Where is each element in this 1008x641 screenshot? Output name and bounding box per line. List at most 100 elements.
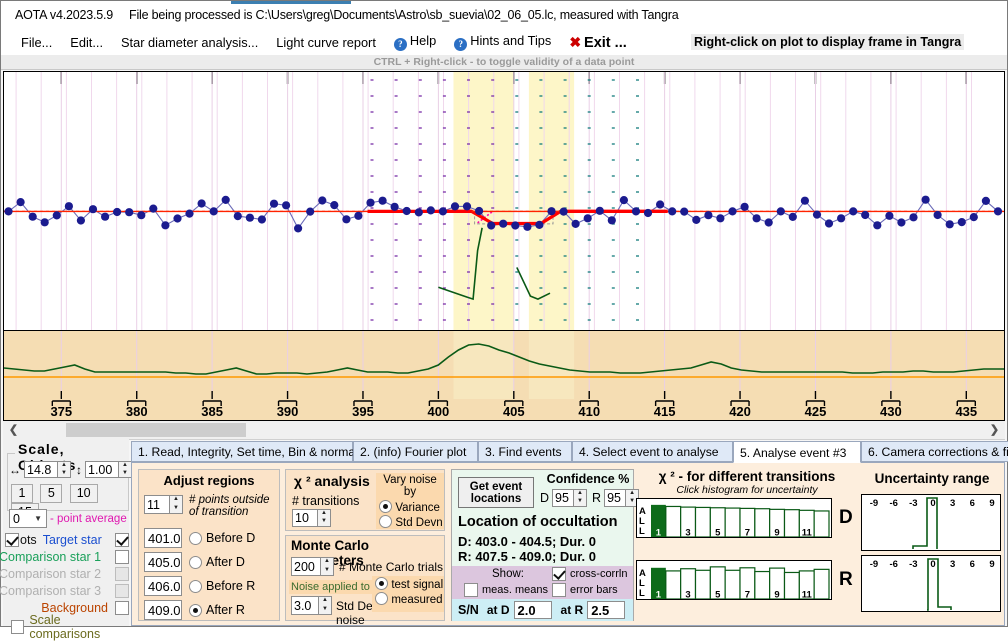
chi-histogram-r[interactable]: 1357911 ALL <box>636 560 832 600</box>
region-radio-before-r[interactable] <box>189 580 202 593</box>
error-bars-checkbox[interactable] <box>552 583 566 597</box>
region-row-after-r[interactable]: 409.0 After R <box>144 598 255 622</box>
tab-select-event[interactable]: 4. Select event to analyse <box>572 441 733 462</box>
noise-radio-test-signal[interactable] <box>375 577 388 590</box>
object-row-comparison-1[interactable]: Comparison star 1 <box>5 548 129 565</box>
h-scale-input[interactable] <box>24 461 58 478</box>
v-scale-spinner[interactable]: ▲▼ <box>85 461 132 478</box>
confidence-d-spinner[interactable]: ▲▼ <box>552 489 587 507</box>
scale-preset-1[interactable]: 1 <box>11 484 33 503</box>
transitions-input[interactable] <box>292 509 318 527</box>
spin-down-icon[interactable]: ▼ <box>58 470 70 478</box>
transitions-spinner[interactable]: ▲▼ <box>292 509 331 527</box>
spin-up-icon[interactable]: ▲ <box>318 510 330 518</box>
show-option-meas-means[interactable]: meas. means <box>464 583 548 597</box>
region-radio-before-d[interactable] <box>189 532 202 545</box>
menu-item-exit[interactable]: ✖Exit ... <box>569 34 626 51</box>
menu-item-hints-and-tips[interactable]: ?Hints and Tips <box>454 33 551 51</box>
chi-histogram-r-svg[interactable]: 1357911 <box>637 561 831 599</box>
spin-down-icon[interactable]: ▼ <box>318 518 330 526</box>
spin-down-icon[interactable]: ▼ <box>321 567 333 576</box>
spin-down-icon[interactable]: ▼ <box>319 606 331 615</box>
spin-up-icon[interactable]: ▲ <box>321 558 333 567</box>
uncertainty-r-svg[interactable]: -9-6-30369 <box>862 556 1000 611</box>
mc-trials-spin-buttons[interactable]: ▲▼ <box>321 557 334 576</box>
scroll-right-arrow-icon[interactable]: ❯ <box>986 421 1003 439</box>
confidence-r-input[interactable] <box>604 489 626 507</box>
confidence-d-input[interactable] <box>552 489 574 507</box>
noise-option-measured[interactable]: measured <box>375 592 444 606</box>
vary-noise-radio-variance[interactable] <box>379 500 392 513</box>
light-curve-svg[interactable] <box>4 72 1004 330</box>
object-checkbox-background[interactable] <box>115 601 129 615</box>
scrollbar-thumb[interactable] <box>66 423 246 437</box>
tab-camera-corrections[interactable]: 6. Camera corrections & final times Even… <box>861 441 1008 462</box>
tab-read-integrity[interactable]: 1. Read, Integrity, Set time, Bin & norm… <box>131 441 353 462</box>
sn-at-r-value[interactable]: 2.5 <box>587 601 625 619</box>
meas-means-checkbox[interactable] <box>464 583 478 597</box>
noise-radio-measured[interactable] <box>375 592 388 605</box>
menu-item-edit[interactable]: Edit... <box>70 35 103 50</box>
std-dev-input[interactable] <box>291 596 319 615</box>
region-row-before-r[interactable]: 406.0 Before R <box>144 574 255 598</box>
uncertainty-histogram-d[interactable]: -9-6-30369 <box>861 494 1001 551</box>
spin-up-icon[interactable]: ▲ <box>58 462 70 470</box>
region-value-after-d[interactable]: 405.0 <box>144 552 182 572</box>
scale-preset-5[interactable]: 5 <box>40 484 62 503</box>
std-dev-spinner[interactable]: ▲▼ <box>291 596 332 615</box>
spin-down-icon[interactable]: ▼ <box>119 470 131 478</box>
points-outside-input[interactable] <box>144 495 170 514</box>
get-event-locations-button[interactable]: Get event locations <box>458 477 534 508</box>
object-checkbox-target-star[interactable] <box>115 533 129 547</box>
scroll-left-arrow-icon[interactable]: ❮ <box>5 421 22 439</box>
mc-trials-spinner[interactable]: ▲▼ <box>291 557 334 576</box>
spin-up-icon[interactable]: ▲ <box>170 496 182 505</box>
h-scale-spinner[interactable]: ▲▼ <box>24 461 71 478</box>
spin-up-icon[interactable]: ▲ <box>574 490 586 498</box>
transitions-spin-buttons[interactable]: ▲▼ <box>318 509 331 527</box>
h-scale-spin-buttons[interactable]: ▲▼ <box>58 461 71 478</box>
point-average-select[interactable]: 0 ▼ <box>9 509 47 528</box>
cross-corrln-checkbox[interactable] <box>552 567 566 581</box>
region-value-before-d[interactable]: 401.0 <box>144 528 182 548</box>
chi-histogram-d[interactable]: 1357911 ALL <box>636 498 832 538</box>
scale-preset-10[interactable]: 10 <box>70 484 98 503</box>
confidence-d-spin-buttons[interactable]: ▲▼ <box>574 489 587 507</box>
menu-item-star-diameter-analysis[interactable]: Star diameter analysis... <box>121 35 258 50</box>
std-dev-spin-buttons[interactable]: ▲▼ <box>319 596 332 615</box>
uncertainty-d-svg[interactable]: -9-6-30369 <box>862 495 1000 550</box>
tab-find-events[interactable]: 3. Find events <box>478 441 572 462</box>
plot-horizontal-scrollbar[interactable]: ❮ ❯ <box>3 421 1005 440</box>
sn-at-d-value[interactable]: 2.0 <box>514 601 552 619</box>
confidence-r-spinner[interactable]: ▲▼ <box>604 489 639 507</box>
spin-up-icon[interactable]: ▲ <box>319 597 331 606</box>
tab-fourier-plot[interactable]: 2. (info) Fourier plot <box>353 441 478 462</box>
chi-histogram-d-svg[interactable]: 1357911 <box>637 499 831 537</box>
background-trace-panel[interactable] <box>3 331 1005 399</box>
menu-item-light-curve-report[interactable]: Light curve report <box>276 35 376 50</box>
vary-noise-option-variance[interactable]: Variance <box>379 500 444 514</box>
plots-target-star-row[interactable]: ots Target star <box>5 531 129 548</box>
show-option-error-bars[interactable]: error bars <box>552 583 618 597</box>
vary-noise-option-stddevn[interactable]: Std Devn <box>379 515 444 529</box>
v-scale-input[interactable] <box>85 461 119 478</box>
points-outside-spin-buttons[interactable]: ▲▼ <box>170 495 183 514</box>
spin-down-icon[interactable]: ▼ <box>574 498 586 506</box>
object-checkbox-comparison-1[interactable] <box>115 550 129 564</box>
menu-item-file[interactable]: File... <box>21 35 52 50</box>
show-option-cross-corrln[interactable]: cross-corrln <box>552 567 627 581</box>
light-curve-plot[interactable] <box>3 71 1005 331</box>
spin-up-icon[interactable]: ▲ <box>119 462 131 470</box>
points-outside-spinner[interactable]: ▲▼ <box>144 495 183 514</box>
region-radio-after-d[interactable] <box>189 556 202 569</box>
tab-analyse-event[interactable]: 5. Analyse event #3 <box>733 441 861 463</box>
region-radio-after-r[interactable] <box>189 604 202 617</box>
plots-checkbox[interactable] <box>5 533 19 547</box>
vary-noise-radio-stddevn[interactable] <box>379 515 392 528</box>
region-value-before-r[interactable]: 406.0 <box>144 576 182 596</box>
mc-trials-input[interactable] <box>291 557 321 576</box>
region-row-after-d[interactable]: 405.0 After D <box>144 550 255 574</box>
noise-option-test-signal[interactable]: test signal <box>375 577 444 591</box>
uncertainty-histogram-r[interactable]: -9-6-30369 <box>861 555 1001 612</box>
region-row-before-d[interactable]: 401.0 Before D <box>144 526 255 550</box>
